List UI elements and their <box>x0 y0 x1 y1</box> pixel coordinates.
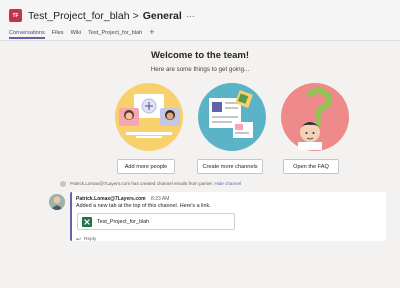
faq-illustration <box>280 82 350 152</box>
reply-label: Reply <box>84 237 97 242</box>
channel-title: Test_Project_for_blah > General ··· <box>28 8 195 24</box>
channel-tabs: Conversations Files Wiki Test_Project_fo… <box>9 27 155 39</box>
people-illustration <box>114 82 184 152</box>
avatar[interactable] <box>49 194 65 210</box>
team-name[interactable]: Test_Project_for_blah <box>28 10 130 22</box>
message-header: Patrick.Lomax@7Layers.com 8:23 AM <box>76 196 169 202</box>
open-faq-button[interactable]: Open the FAQ <box>283 159 339 174</box>
message-body: Added a new tab at the top of this chann… <box>76 203 211 209</box>
more-options-icon[interactable]: ··· <box>186 11 195 21</box>
channel-name: General <box>142 10 182 22</box>
channel-header: TF Test_Project_for_blah > General ··· C… <box>0 0 400 40</box>
tab-conversations[interactable]: Conversations <box>9 30 45 39</box>
system-message-text: Patrick.Lomax@7Layers.com has created ch… <box>70 181 214 186</box>
breadcrumb-separator: > <box>132 10 139 22</box>
team-avatar[interactable]: TF <box>9 9 22 22</box>
system-message: Patrick.Lomax@7Layers.com has created ch… <box>70 181 241 186</box>
tab-link-label: Test_Project_for_blah <box>97 218 150 225</box>
message-author[interactable]: Patrick.Lomax@7Layers.com <box>76 196 146 202</box>
reply-button[interactable]: ↩ Reply <box>76 236 96 243</box>
tab-link-card[interactable]: Test_Project_for_blah <box>77 213 235 230</box>
welcome-title: Welcome to the team! <box>150 50 249 61</box>
tab-wiki[interactable]: Wiki <box>71 30 82 36</box>
system-message-icon <box>60 181 66 187</box>
reply-icon: ↩ <box>76 237 82 243</box>
welcome-subtitle: Here are some things to get going... <box>150 66 250 73</box>
channels-illustration <box>197 82 267 152</box>
excel-icon <box>82 216 92 227</box>
add-people-button[interactable]: Add more people <box>117 159 175 174</box>
add-tab-icon[interactable]: + <box>149 28 154 37</box>
create-channels-button[interactable]: Create more channels <box>197 159 263 174</box>
tab-files[interactable]: Files <box>52 30 64 36</box>
hide-channel-link[interactable]: Hide channel <box>214 181 241 186</box>
header-divider <box>0 40 400 41</box>
message-timestamp: 8:23 AM <box>151 196 170 202</box>
tab-project[interactable]: Test_Project_for_blah <box>88 30 142 36</box>
